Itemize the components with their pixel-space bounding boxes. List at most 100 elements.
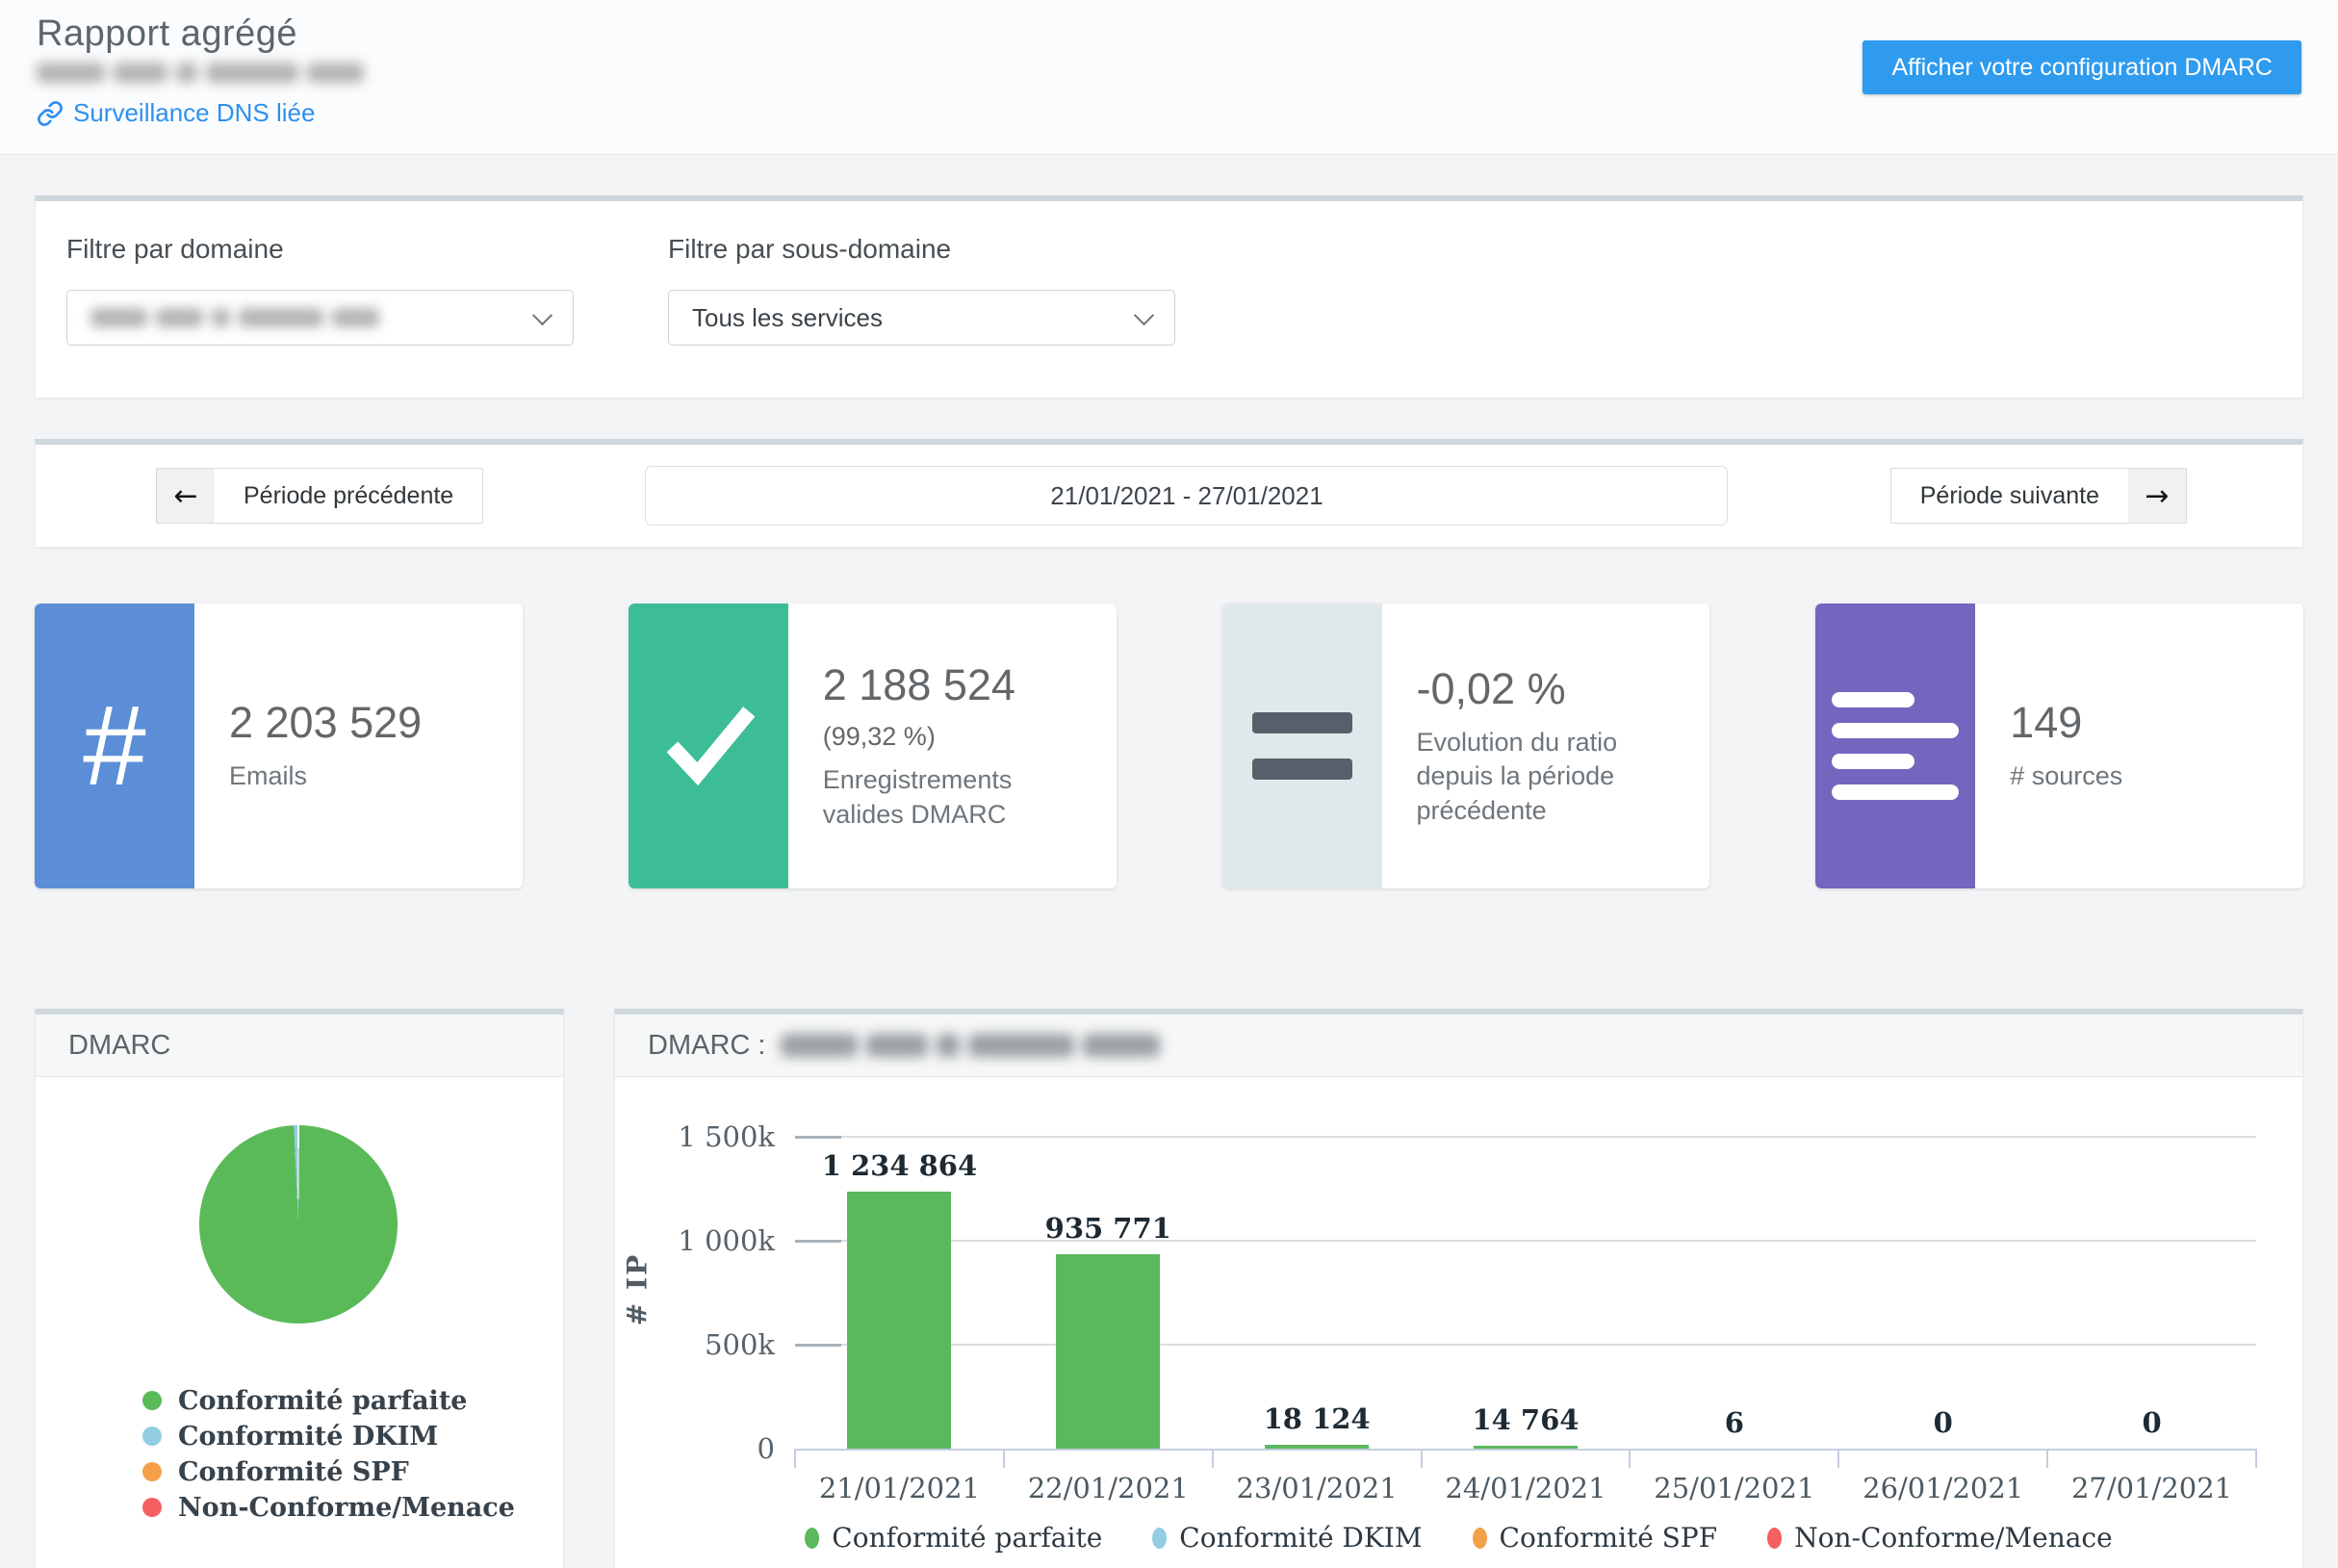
stat-label: Evolution du ratio depuis la période pré… xyxy=(1417,726,1687,827)
legend-label: Non-Conforme/Menace xyxy=(178,1493,515,1523)
legend-swatch xyxy=(1767,1528,1782,1549)
bar-card-title-prefix: DMARC : xyxy=(648,1030,765,1062)
dmarc-pie-chart xyxy=(199,1125,398,1324)
legend-swatch xyxy=(805,1528,819,1549)
legend-label: Conformité DKIM xyxy=(1179,1522,1422,1554)
stat-body: -0,02 % Evolution du ratio depuis la pér… xyxy=(1382,604,1710,888)
legend-label: Conformité parfaite xyxy=(832,1522,1102,1554)
x-tick xyxy=(1421,1449,1423,1468)
next-period-button[interactable]: Période suivante → xyxy=(1890,468,2187,524)
bar-card-header: DMARC : xyxy=(615,1015,2302,1077)
x-tick xyxy=(1629,1449,1631,1468)
pie-legend-item[interactable]: Conformité SPF xyxy=(142,1458,563,1485)
x-tick xyxy=(794,1449,796,1468)
stat-icon-panel xyxy=(629,604,788,888)
redacted-domain-value xyxy=(90,308,379,327)
hash-icon: # xyxy=(83,681,146,811)
pie-chart-area: Conformité parfaite Conformité DKIM Confor… xyxy=(36,1125,563,1521)
equals-icon xyxy=(1252,712,1352,780)
bar-value-label: 0 xyxy=(2047,1406,2256,1439)
pie-card-header: DMARC xyxy=(36,1015,563,1077)
stat-icon-panel xyxy=(1222,604,1382,888)
domain-filter-select[interactable] xyxy=(66,290,574,346)
stat-value: -0,02 % xyxy=(1417,664,1687,714)
legend-label: Conformité DKIM xyxy=(178,1422,438,1452)
x-tick xyxy=(1837,1449,1839,1468)
legend-swatch xyxy=(142,1462,162,1481)
y-tick-label: 1 000k xyxy=(615,1223,775,1258)
date-range-field[interactable]: 21/01/2021 - 27/01/2021 xyxy=(645,466,1728,526)
stat-body: 2 203 529 Emails xyxy=(194,604,445,888)
bar-legend-item[interactable]: Conformité DKIM xyxy=(1152,1522,1422,1554)
bar-value-label: 6 xyxy=(1630,1406,1838,1439)
pie-legend: Conformité parfaite Conformité DKIM Confor… xyxy=(142,1387,563,1521)
stat-label: Enregistrements valides DMARC xyxy=(823,763,1093,831)
x-tick xyxy=(2255,1449,2257,1468)
period-nav-panel: ← Période précédente 21/01/2021 - 27/01/… xyxy=(35,439,2303,548)
dmarc-aggregate-report-page: Rapport agrégé Surveillance DNS liée Aff… xyxy=(0,0,2338,1568)
legend-swatch xyxy=(142,1391,162,1410)
bar-legend-item[interactable]: Non-Conforme/Menace xyxy=(1767,1522,2113,1554)
stat-card-emails: # 2 203 529 Emails xyxy=(35,604,523,888)
bar-value-label: 0 xyxy=(1838,1406,2047,1439)
bar-chart-area: # IP Conformité parfaiteConformité DKIMC… xyxy=(615,1077,2302,1568)
subdomain-filter-label: Filtre par sous-domaine xyxy=(668,234,1175,265)
subdomain-filter-group: Filtre par sous-domaine Tous les service… xyxy=(668,234,1175,346)
legend-swatch xyxy=(142,1427,162,1446)
x-tick xyxy=(2046,1449,2048,1468)
pie-legend-item[interactable]: Conformité parfaite xyxy=(142,1387,563,1414)
stat-value: 2 188 524 xyxy=(823,660,1093,710)
chevron-down-icon xyxy=(532,305,552,325)
stats-row: # 2 203 529 Emails 2 188 524 (99,32 %) E… xyxy=(35,604,2303,888)
x-category-label: 22/01/2021 xyxy=(1004,1472,1213,1504)
y-tick-label: 500k xyxy=(615,1327,775,1362)
dns-monitoring-link[interactable]: Surveillance DNS liée xyxy=(37,98,315,128)
x-category-label: 21/01/2021 xyxy=(795,1472,1004,1504)
stat-body: 2 188 524 (99,32 %) Enregistrements vali… xyxy=(788,604,1117,888)
redacted-domain-title xyxy=(781,1034,1195,1057)
bar-value-label: 1 234 864 xyxy=(795,1149,1004,1182)
arrow-left-icon: ← xyxy=(157,469,215,523)
pie-legend-item[interactable]: Non-Conforme/Menace xyxy=(142,1494,563,1521)
previous-period-label: Période précédente xyxy=(215,469,482,523)
dmarc-pie-card: DMARC Conformité parfaite Conformité DKIM… xyxy=(35,1009,564,1568)
stat-icon-panel: # xyxy=(35,604,194,888)
x-axis-line xyxy=(795,1449,2256,1451)
previous-period-button[interactable]: ← Période précédente xyxy=(156,468,483,524)
legend-label: Conformité parfaite xyxy=(178,1386,467,1416)
bar-value-label: 935 771 xyxy=(1004,1212,1213,1245)
pie-card-title: DMARC xyxy=(68,1030,170,1062)
y-tick xyxy=(795,1136,841,1139)
dmarc-bar-card: DMARC : # IP Conformité parfaiteConformi… xyxy=(614,1009,2303,1568)
bar-value-label: 18 124 xyxy=(1213,1402,1422,1435)
subdomain-filter-value: Tous les services xyxy=(692,303,883,333)
list-icon xyxy=(1832,692,1959,800)
pie-legend-item[interactable]: Conformité DKIM xyxy=(142,1423,563,1450)
stat-value: 149 xyxy=(2010,698,2122,748)
filters-panel: Filtre par domaine Filtre par sous-domai… xyxy=(35,195,2303,398)
next-period-label: Période suivante xyxy=(1891,469,2128,523)
legend-label: Non-Conforme/Menace xyxy=(1794,1522,2113,1554)
x-category-label: 27/01/2021 xyxy=(2047,1472,2256,1504)
x-category-label: 24/01/2021 xyxy=(1422,1472,1631,1504)
domain-filter-group: Filtre par domaine xyxy=(66,234,574,346)
stat-subvalue: (99,32 %) xyxy=(823,722,1093,752)
bar-legend-item[interactable]: Conformité parfaite xyxy=(805,1522,1102,1554)
x-tick xyxy=(1003,1449,1005,1468)
page-header: Rapport agrégé Surveillance DNS liée Aff… xyxy=(0,0,2338,155)
x-category-label: 23/01/2021 xyxy=(1213,1472,1422,1504)
bar-legend-item[interactable]: Conformité SPF xyxy=(1473,1522,1718,1554)
x-category-label: 25/01/2021 xyxy=(1630,1472,1838,1504)
stat-label: # sources xyxy=(2010,759,2122,793)
stat-card-sources: 149 # sources xyxy=(1815,604,2303,888)
y-tick xyxy=(795,1344,841,1347)
stat-value: 2 203 529 xyxy=(229,698,422,748)
legend-label: Conformité SPF xyxy=(178,1457,409,1487)
y-tick-label: 1 500k xyxy=(615,1119,775,1154)
legend-swatch xyxy=(1473,1528,1487,1549)
show-dmarc-config-button[interactable]: Afficher votre configuration DMARC xyxy=(1863,40,2301,94)
stat-label: Emails xyxy=(229,759,422,793)
subdomain-filter-select[interactable]: Tous les services xyxy=(668,290,1175,346)
domain-filter-label: Filtre par domaine xyxy=(66,234,574,265)
stat-card-dmarc-valid: 2 188 524 (99,32 %) Enregistrements vali… xyxy=(629,604,1117,888)
